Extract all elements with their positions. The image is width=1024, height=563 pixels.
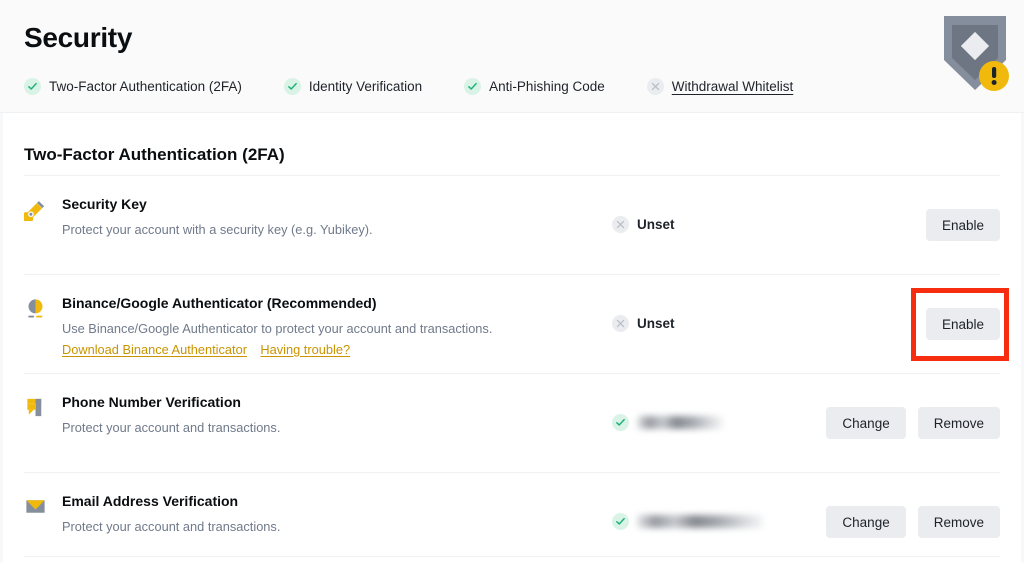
security-content: Two-Factor Authentication (2FA) Security… [0,113,1024,563]
status-badge: Unset [637,316,675,331]
security-row-description: Protect your account and transactions. [62,419,612,438]
security-row-actions: Change Remove [822,493,1000,538]
status-tab-two-factor-authentication[interactable]: Two-Factor Authentication (2FA) [24,78,242,95]
security-row-actions: Enable [822,196,1000,241]
security-row-info: Phone Number Verification Protect your a… [52,394,612,438]
remove-button[interactable]: Remove [918,506,1000,538]
security-row-actions: Enable [822,295,1000,340]
security-page: Security Two-Factor Authentication (2FA)… [0,0,1024,563]
security-row-name: Phone Number Verification [62,394,612,410]
security-row-name: Email Address Verification [62,493,612,509]
enable-button[interactable]: Enable [926,209,1000,241]
enable-button[interactable]: Enable [926,308,1000,340]
security-row-description: Protect your account and transactions. [62,518,612,537]
check-circle-icon [24,78,41,95]
x-circle-icon [612,216,629,233]
bottom-divider [24,556,1000,557]
having-trouble-link[interactable]: Having trouble? [260,342,350,357]
page-title: Security [24,22,132,54]
authenticator-icon [24,295,52,325]
security-row-name: Binance/Google Authenticator (Recommende… [62,295,612,311]
security-row-links: Download Binance Authenticator Having tr… [62,341,612,359]
check-circle-icon [464,78,481,95]
security-row-description: Protect your account with a security key… [62,221,612,240]
check-circle-icon [612,414,629,431]
security-row-email-address: Email Address Verification Protect your … [24,472,1000,563]
x-circle-icon [612,315,629,332]
security-row-status [612,493,822,530]
security-row-authenticator: Binance/Google Authenticator (Recommende… [24,274,1000,373]
email-icon [24,493,52,523]
security-row-description: Use Binance/Google Authenticator to prot… [62,320,612,339]
status-tab-anti-phishing-code[interactable]: Anti-Phishing Code [464,78,605,95]
security-row-status: Unset [612,196,822,233]
check-circle-icon [612,513,629,530]
status-tab-label: Withdrawal Whitelist [672,79,794,94]
status-badge: Unset [637,217,675,232]
security-row-name: Security Key [62,196,612,212]
download-binance-authenticator-link[interactable]: Download Binance Authenticator [62,342,247,357]
x-circle-icon [647,78,664,95]
change-button[interactable]: Change [826,506,905,538]
security-row-status [612,394,822,431]
security-row-actions: Change Remove [822,394,1000,439]
status-tab-identity-verification[interactable]: Identity Verification [284,78,422,95]
security-key-icon [24,196,52,226]
remove-button[interactable]: Remove [918,407,1000,439]
security-row-info: Email Address Verification Protect your … [52,493,612,537]
security-row-phone-number: Phone Number Verification Protect your a… [24,373,1000,472]
status-tab-label: Anti-Phishing Code [489,79,605,94]
change-button[interactable]: Change [826,407,905,439]
security-row-security-key: Security Key Protect your account with a… [24,175,1000,274]
security-row-status: Unset [612,295,822,332]
status-tab-withdrawal-whitelist[interactable]: Withdrawal Whitelist [647,78,794,95]
check-circle-icon [284,78,301,95]
status-tab-label: Identity Verification [309,79,422,94]
masked-phone-number [637,416,723,429]
section-title: Two-Factor Authentication (2FA) [24,113,1000,175]
security-row-info: Binance/Google Authenticator (Recommende… [52,295,612,359]
page-header: Security Two-Factor Authentication (2FA)… [0,0,1024,113]
masked-email-address [637,515,763,528]
shield-warning-icon [938,12,1012,98]
status-tab-label: Two-Factor Authentication (2FA) [49,79,242,94]
security-row-info: Security Key Protect your account with a… [52,196,612,240]
phone-icon [24,394,52,424]
security-status-tabs: Two-Factor Authentication (2FA) Identity… [24,78,835,95]
